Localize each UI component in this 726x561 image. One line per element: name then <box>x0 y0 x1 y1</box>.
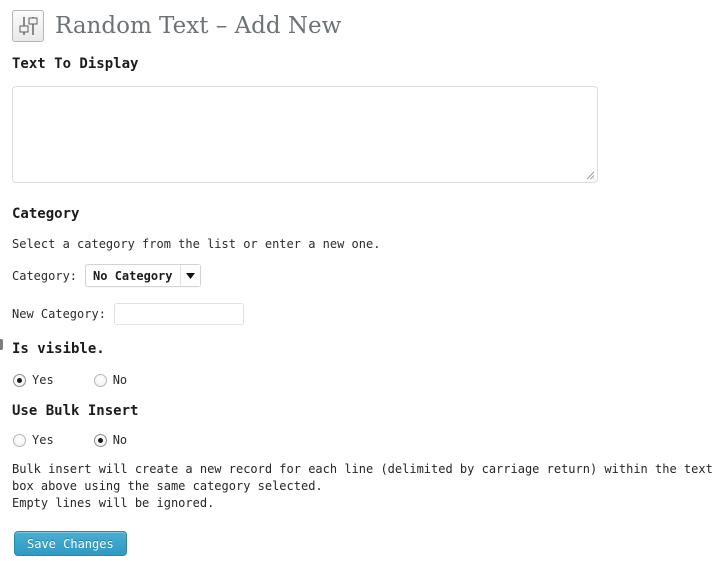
bulk-insert-note: Bulk insert will create a new record for… <box>12 461 726 512</box>
page-title: Random Text – Add New <box>55 12 342 39</box>
bulk-insert-heading: Use Bulk Insert <box>12 403 139 419</box>
is-visible-radio-group: Yes No <box>13 373 127 387</box>
sliders-settings-icon <box>12 10 44 42</box>
new-category-row: New Category: <box>12 303 244 325</box>
chevron-down-icon[interactable] <box>179 265 200 286</box>
category-select-row: Category: No Category <box>12 264 201 287</box>
text-to-display-input[interactable] <box>12 86 598 183</box>
radio-unselected-icon[interactable] <box>93 373 107 387</box>
is-visible-radio-yes[interactable]: Yes <box>13 373 54 387</box>
is-visible-radio-no-label: No <box>112 373 128 387</box>
radio-unselected-icon[interactable] <box>13 433 26 447</box>
is-visible-radio-yes-label: Yes <box>32 373 54 387</box>
submit-row: Save Changes <box>14 531 127 556</box>
text-to-display-label: Text To Display <box>12 56 139 72</box>
is-visible-radio-no[interactable]: No <box>93 373 128 387</box>
bulk-insert-radio-yes-label: Yes <box>32 433 54 447</box>
new-category-input[interactable] <box>113 303 244 325</box>
category-section-heading: Category <box>12 206 80 222</box>
category-select-label: Category: <box>12 268 78 283</box>
bulk-insert-note-line-1: Bulk insert will create a new record for… <box>12 462 713 493</box>
radio-selected-icon[interactable] <box>93 433 107 447</box>
category-select-value: No Category <box>93 268 173 283</box>
bulk-insert-radio-yes[interactable]: Yes <box>13 433 54 447</box>
bulk-insert-radio-no[interactable]: No <box>93 433 128 447</box>
category-helper-text: Select a category from the list or enter… <box>12 237 381 251</box>
text-to-display-field-wrap <box>12 86 598 183</box>
edge-artifact <box>0 339 3 350</box>
bulk-insert-radio-no-label: No <box>112 433 128 447</box>
is-visible-heading: Is visible. <box>12 341 105 357</box>
radio-selected-icon[interactable] <box>13 373 26 387</box>
new-category-label: New Category: <box>12 307 106 321</box>
category-select[interactable]: No Category <box>85 264 201 287</box>
bulk-insert-note-line-2: Empty lines will be ignored. <box>12 496 215 510</box>
save-changes-button[interactable]: Save Changes <box>14 531 127 556</box>
bulk-insert-radio-group: Yes No <box>13 433 127 447</box>
page-header: Random Text – Add New <box>0 0 726 44</box>
